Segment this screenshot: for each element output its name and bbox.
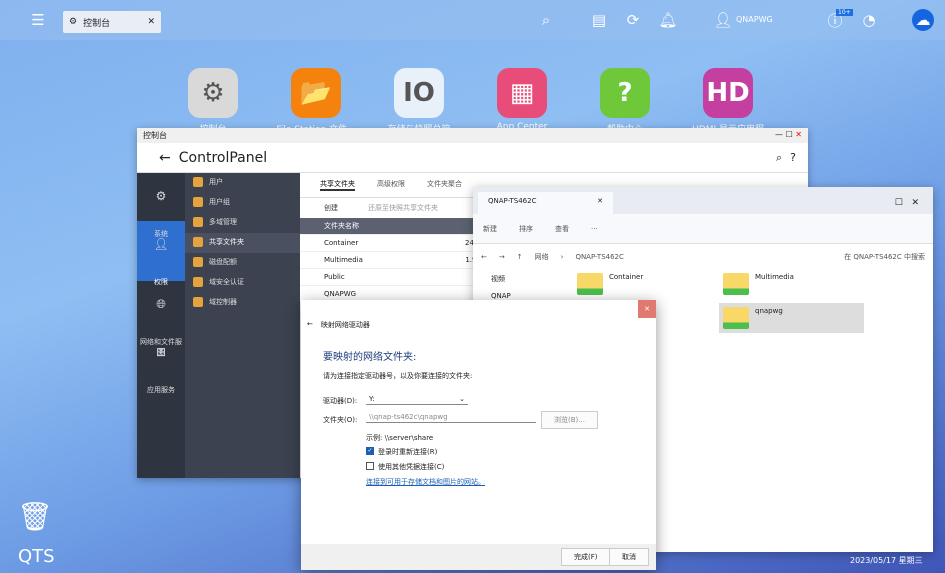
website-link[interactable]: 连接到可用于存储文档和图片的网站。 [366,478,485,486]
breadcrumb-network[interactable]: 网络 [535,252,549,262]
close-icon[interactable]: ✕ [147,17,155,27]
bell-icon[interactable]: 🔔︎ [657,9,679,31]
dashboard-icon[interactable]: ◔ [858,9,880,31]
up-icon[interactable]: ↑ [517,253,523,261]
weekday: 星期三 [898,556,923,565]
other-credentials-checkbox[interactable] [366,462,374,470]
restore-button[interactable]: 还原至快照共享文件夹 [368,203,438,213]
toolbar-button[interactable]: 查看 [555,224,569,234]
category-item[interactable]: 🌐︎ 网络和文件服务 [137,281,185,356]
tab[interactable]: 共享文件夹 [320,179,355,191]
sidebar-item[interactable]: 用户组 [185,193,300,213]
help-icon[interactable]: ? [790,151,796,164]
sync-icon[interactable]: ⟳ [622,9,644,31]
explorer-tab[interactable]: QNAP-TS462C ✕ [478,192,613,214]
window-controls[interactable]: — ☐ ✕ [775,130,802,141]
cloud-icon[interactable]: ☁ [912,9,934,31]
app-icon[interactable]: 📂File Station 文件... [276,68,356,135]
folder-multimedia[interactable]: Multimedia [723,273,794,295]
finish-button[interactable]: 完成(F) [561,548,611,566]
sidebar-item[interactable]: 域安全认证 [185,273,300,293]
sidebar-item[interactable]: 多域管理 [185,213,300,233]
back-icon[interactable]: ← [159,150,171,166]
tasks-icon[interactable]: ▤ [588,9,610,31]
folder-container[interactable]: Container [577,273,643,295]
username[interactable]: QNAPWG [736,15,773,24]
reconnect-checkbox[interactable]: ✓ [366,447,374,455]
sidebar-item[interactable]: 用户 [185,173,300,193]
table-row[interactable]: Multimedia1.98 MB [300,252,500,269]
tab[interactable]: 高级权限 [377,179,405,191]
forward-icon[interactable]: → [499,253,505,261]
sidebar-item[interactable]: 共享文件夹 [185,233,300,253]
folder-input[interactable]: \\qnap-ts462c\qnapwg [366,412,536,423]
map-drive-dialog: ✕ ← 映射网络驱动器 要映射的网络文件夹: 请为连接指定驱动器号，以及你要连接的… [301,300,656,570]
tab-control-panel[interactable]: ⚙ 控制台 ✕ [63,11,161,33]
back-icon[interactable]: ← [481,253,487,261]
menu-icon[interactable]: ☰ [27,9,49,31]
trash-icon[interactable]: 🗑︎ [17,500,53,533]
toolbar-button[interactable]: 新建 [483,224,497,234]
back-icon[interactable]: ← [307,320,313,330]
drive-select[interactable]: Y: ⌄ [366,394,468,405]
search-input[interactable]: 在 QNAP-TS462C 中搜索 [844,252,925,262]
table-header: 文件夹名称大小 [300,218,500,235]
sidebar-item[interactable]: 域控制器 [185,293,300,313]
tab[interactable]: 文件夹聚合 [427,179,462,191]
dialog-heading: 要映射的网络文件夹: [323,352,417,363]
breadcrumb-nas[interactable]: QNAP-TS462C [575,253,623,261]
folder-qnapwg[interactable]: qnapwg [719,303,864,333]
toolbar-button[interactable]: ··· [591,225,598,233]
qts-logo: QTS [18,546,55,567]
cancel-button[interactable]: 取消 [609,548,649,566]
page-title: ControlPanel [178,149,268,166]
toolbar-button[interactable]: 排序 [519,224,533,234]
notification-badge: 10+ [836,9,853,16]
sidebar-item[interactable]: 磁盘配额 [185,253,300,273]
user-icon[interactable]: 👤︎ [712,9,734,31]
close-icon: ✕ [597,197,603,205]
app-icon[interactable]: ⚙控制台 [173,68,253,135]
close-button[interactable]: ✕ [638,300,656,318]
search-icon[interactable]: ⌕ [776,151,782,165]
app-icon[interactable]: ▦ App Center [482,68,562,132]
table-row[interactable]: Container24.54 ... [300,235,500,252]
create-button[interactable]: 创建 [324,203,338,213]
table-row[interactable]: Public20 KB [300,269,500,286]
browse-button[interactable]: 浏览(B)... [541,411,598,429]
shared-folders-panel: 共享文件夹 高级权限 文件夹聚合 创建 还原至快照共享文件夹 文件夹名称大小 Cont… [300,173,500,303]
app-icon[interactable]: IO存储与快照总管 [379,68,459,135]
gear-icon: ⚙ [69,17,78,27]
app-icon[interactable]: ?帮助中心 [585,68,665,135]
nav-videos[interactable]: 视频 [491,271,511,288]
date: 2023/05/17 [850,556,897,565]
search-icon[interactable]: ⌕ [535,9,557,31]
window-controls[interactable]: ☐ ✕ [881,192,933,214]
category-item[interactable]: ⚙ 系统 [137,173,185,238]
